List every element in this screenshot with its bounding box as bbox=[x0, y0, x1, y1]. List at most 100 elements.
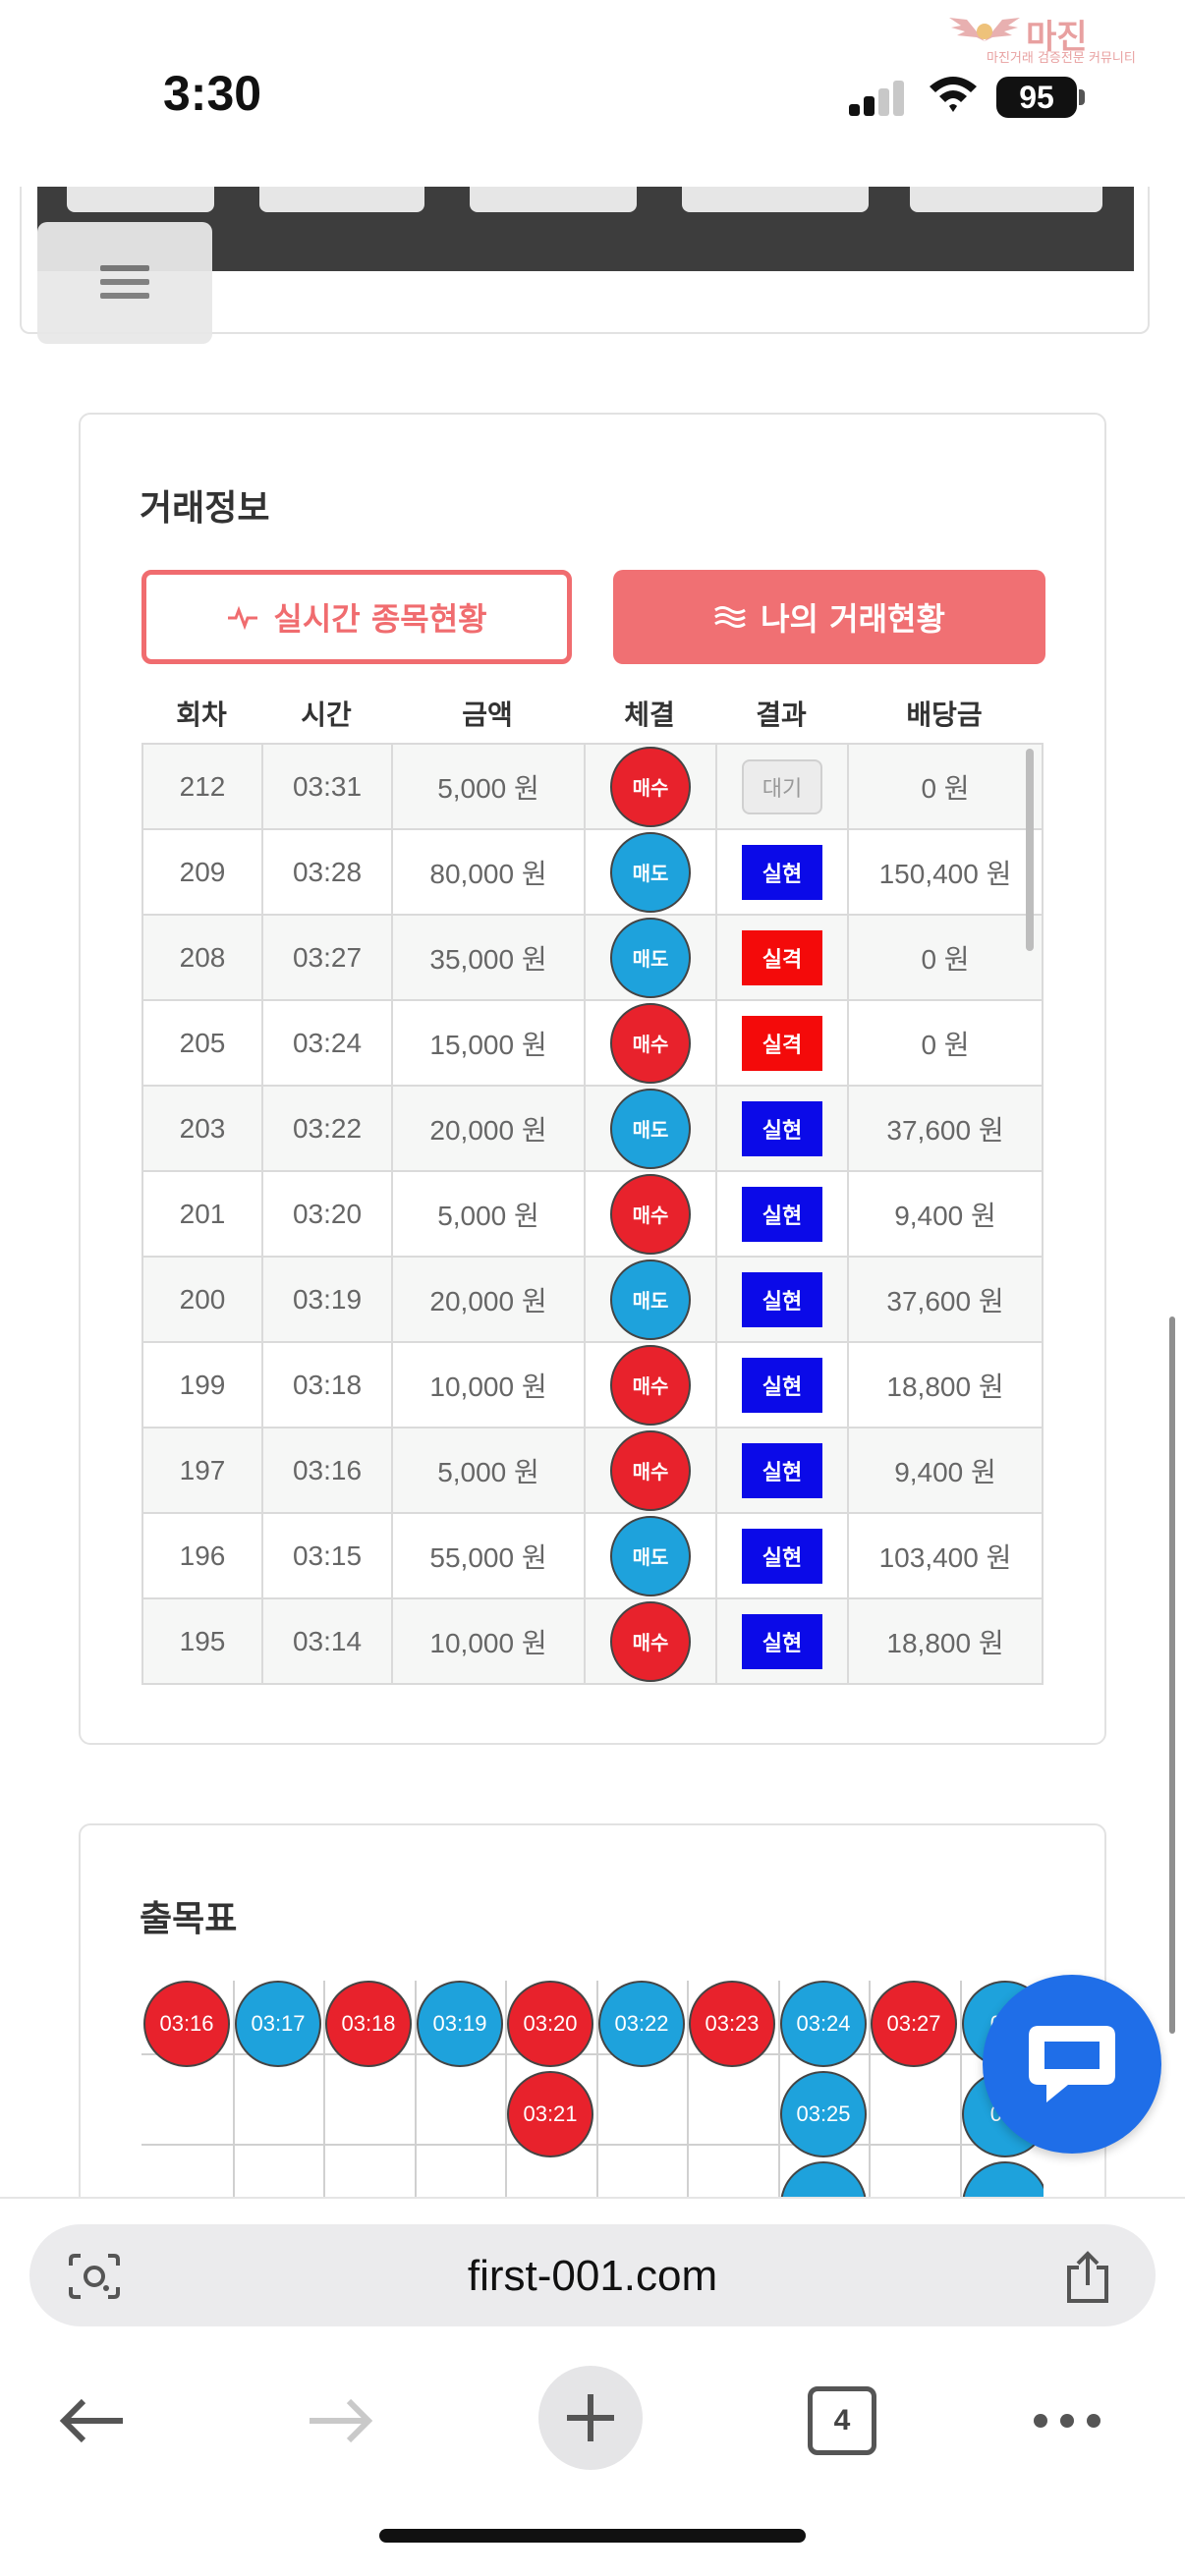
amount-cell: 15,000 원 bbox=[393, 1001, 586, 1085]
tabs-button[interactable]: 4 bbox=[806, 2372, 878, 2470]
result-ball-blue: 03:22 bbox=[598, 1981, 685, 2067]
buy-badge: 매수 bbox=[610, 1429, 691, 1511]
watermark-logo: 마진 마진거래 검증전문 커뮤니티 bbox=[947, 8, 1175, 66]
payout-cell: 18,800 원 bbox=[849, 1343, 1044, 1427]
home-indicator bbox=[379, 2529, 806, 2543]
buy-badge: 매수 bbox=[610, 1344, 691, 1426]
result-ball-red: 03:20 bbox=[507, 1981, 593, 2067]
payout-cell: 37,600 원 bbox=[849, 1087, 1044, 1170]
hamburger-icon bbox=[100, 265, 149, 271]
sell-badge: 매도 bbox=[610, 1515, 691, 1596]
result-ball-red: 03:27 bbox=[871, 1981, 957, 2067]
result-ball-blue: 03:17 bbox=[235, 1981, 321, 2067]
side-cell: 매수 bbox=[586, 1001, 717, 1085]
amount-cell: 20,000 원 bbox=[393, 1087, 586, 1170]
pulse-icon bbox=[228, 605, 258, 631]
result-badge: 대기 bbox=[742, 758, 822, 814]
table-scrollbar[interactable] bbox=[1026, 749, 1034, 951]
new-tab-button[interactable] bbox=[538, 2366, 643, 2470]
tab-my-trades-label: 나의 거래현황 bbox=[761, 600, 945, 638]
hamburger-menu-button[interactable] bbox=[37, 222, 212, 344]
chat-button[interactable] bbox=[983, 1975, 1161, 2154]
side-cell: 매수 bbox=[586, 1343, 717, 1427]
side-cell: 매수 bbox=[586, 1428, 717, 1512]
time-cell: 03:16 bbox=[263, 1428, 393, 1512]
result-ball-blue: 03:25 bbox=[780, 2071, 867, 2157]
result-ball-red: 03:16 bbox=[143, 1981, 230, 2067]
result-ball-red: 03:18 bbox=[325, 1981, 412, 2067]
table-row: 201 03:20 5,000 원 매수 실현 9,400 원 bbox=[143, 1172, 1044, 1258]
buy-badge: 매수 bbox=[610, 1173, 691, 1255]
column-header: 회차 bbox=[176, 699, 227, 731]
result-ball-blue: 03:19 bbox=[417, 1981, 503, 2067]
strip-button[interactable] bbox=[259, 187, 424, 212]
tab-realtime-status[interactable]: 실시간 종목현황 bbox=[141, 570, 572, 664]
table-row: 209 03:28 80,000 원 매도 실현 150,400 원 bbox=[143, 830, 1044, 916]
side-cell: 매도 bbox=[586, 1514, 717, 1597]
buy-badge: 매수 bbox=[610, 1002, 691, 1084]
table-row: 196 03:15 55,000 원 매도 실현 103,400 원 bbox=[143, 1514, 1044, 1599]
table-row: 199 03:18 10,000 원 매수 실현 18,800 원 bbox=[143, 1343, 1044, 1428]
arrow-right-icon bbox=[310, 2398, 373, 2443]
side-cell: 매도 bbox=[586, 916, 717, 999]
back-button[interactable] bbox=[53, 2372, 132, 2470]
amount-cell: 5,000 원 bbox=[393, 745, 586, 828]
battery-level: 95 bbox=[996, 77, 1077, 118]
result-badge: 실격 bbox=[742, 929, 822, 985]
plus-icon bbox=[567, 2394, 614, 2441]
result-cell: 실현 bbox=[717, 1428, 849, 1512]
buy-badge: 매수 bbox=[610, 746, 691, 827]
buy-badge: 매수 bbox=[610, 1600, 691, 1682]
result-badge: 실현 bbox=[742, 844, 822, 900]
sell-badge: 매도 bbox=[610, 1088, 691, 1169]
amount-cell: 35,000 원 bbox=[393, 916, 586, 999]
result-badge: 실현 bbox=[742, 1186, 822, 1242]
strip-button[interactable] bbox=[910, 187, 1102, 212]
side-cell: 매수 bbox=[586, 1599, 717, 1683]
clock: 3:30 bbox=[163, 66, 262, 121]
amount-cell: 5,000 원 bbox=[393, 1428, 586, 1512]
payout-cell: 0 원 bbox=[849, 745, 1044, 828]
payout-cell: 18,800 원 bbox=[849, 1599, 1044, 1683]
strip-button[interactable] bbox=[470, 187, 637, 212]
result-badge: 실현 bbox=[742, 1271, 822, 1327]
payout-cell: 0 원 bbox=[849, 916, 1044, 999]
forward-button[interactable] bbox=[301, 2372, 379, 2470]
grid-line bbox=[778, 1981, 780, 2199]
round-cell: 212 bbox=[143, 745, 263, 828]
time-cell: 03:20 bbox=[263, 1172, 393, 1256]
page-scrollbar[interactable] bbox=[1169, 1316, 1175, 2034]
amount-cell: 10,000 원 bbox=[393, 1599, 586, 1683]
round-cell: 200 bbox=[143, 1258, 263, 1341]
more-button[interactable] bbox=[1028, 2372, 1106, 2470]
table-row: 205 03:24 15,000 원 매수 실격 0 원 bbox=[143, 1001, 1044, 1087]
address-bar[interactable]: first-001.com bbox=[29, 2224, 1156, 2326]
grid-line bbox=[960, 1981, 962, 2199]
result-ball-red: 03:23 bbox=[689, 1981, 775, 2067]
time-cell: 03:14 bbox=[263, 1599, 393, 1683]
side-cell: 매수 bbox=[586, 1172, 717, 1256]
payout-cell: 103,400 원 bbox=[849, 1514, 1044, 1597]
strip-button[interactable] bbox=[682, 187, 869, 212]
time-cell: 03:28 bbox=[263, 830, 393, 914]
time-cell: 03:15 bbox=[263, 1514, 393, 1597]
wifi-icon bbox=[930, 77, 977, 112]
trade-table-body[interactable]: 212 03:31 5,000 원 매수 대기 0 원 209 03:28 80,000 원 매도… bbox=[141, 743, 1044, 1685]
column-header: 시간 bbox=[301, 699, 352, 731]
result-grid: 03:16 03:17 03:18 03:19 03:20 03:21 03:22 03:23… bbox=[141, 1981, 1044, 2199]
round-cell: 208 bbox=[143, 916, 263, 999]
side-cell: 매도 bbox=[586, 830, 717, 914]
table-row: 195 03:14 10,000 원 매수 실현 18,800 원 bbox=[143, 1599, 1044, 1685]
result-cell: 실현 bbox=[717, 1172, 849, 1256]
sell-badge: 매도 bbox=[610, 1259, 691, 1340]
share-icon[interactable] bbox=[1063, 2250, 1112, 2305]
result-cell: 실현 bbox=[717, 1087, 849, 1170]
strip-button[interactable] bbox=[67, 187, 214, 212]
result-ball-red: 03:21 bbox=[507, 2071, 593, 2157]
payout-cell: 0 원 bbox=[849, 1001, 1044, 1085]
result-badge: 실현 bbox=[742, 1100, 822, 1156]
grid-line bbox=[323, 1981, 325, 2199]
result-table-title: 출목표 bbox=[140, 1899, 238, 1939]
result-badge: 실현 bbox=[742, 1442, 822, 1498]
tab-my-trades[interactable]: 나의 거래현황 bbox=[613, 570, 1045, 664]
